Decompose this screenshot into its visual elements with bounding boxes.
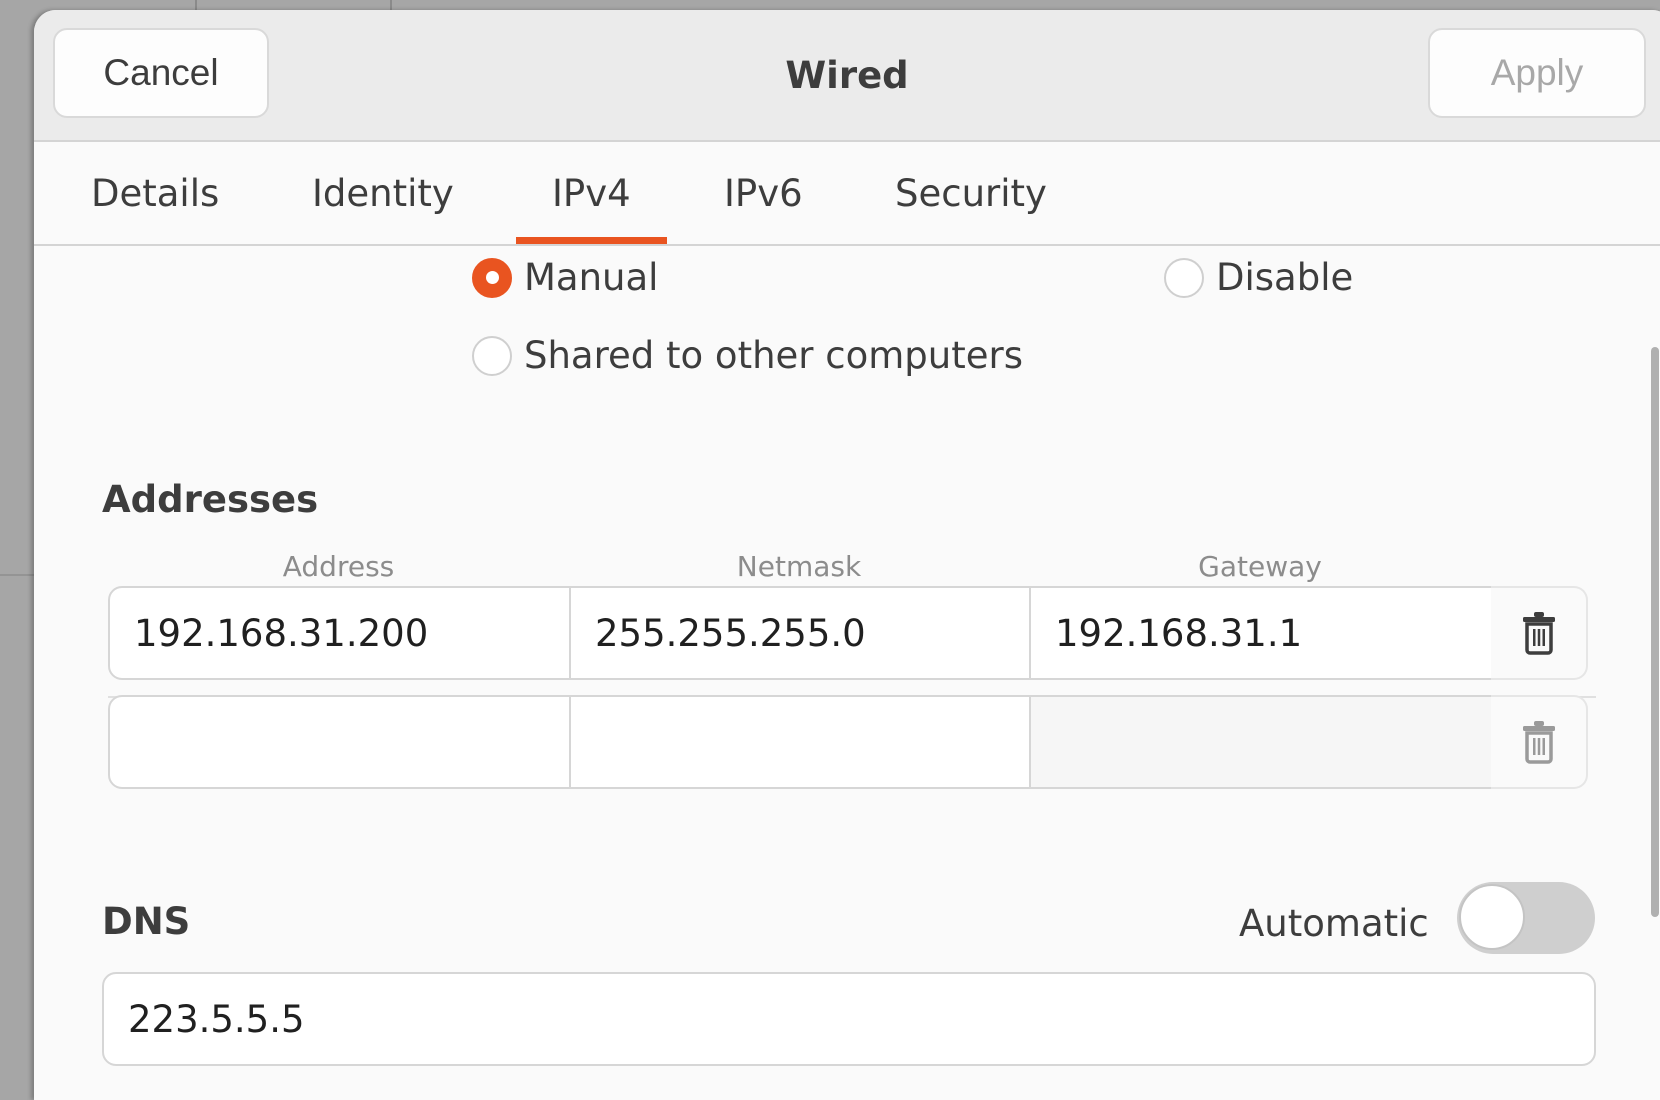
dns-automatic-label: Automatic (1239, 902, 1429, 945)
address-row: 192.168.31.200 255.255.255.0 192.168.31.… (108, 586, 1588, 680)
radio-manual[interactable] (472, 257, 512, 298)
trash-icon (1522, 721, 1555, 764)
netmask-input[interactable] (569, 695, 1031, 789)
tab-ipv4[interactable]: IPv4 (516, 142, 667, 244)
dns-section-title: DNS (102, 900, 191, 943)
netmask-input[interactable]: 255.255.255.0 (569, 586, 1031, 680)
dialog-header: Wired Cancel Apply (34, 10, 1660, 142)
method-disable-option[interactable]: Disable (1164, 256, 1353, 299)
address-row (108, 695, 1588, 789)
tab-security[interactable]: Security (895, 142, 1047, 244)
tab-bar: Details Identity IPv4 IPv6 Security (34, 142, 1660, 246)
wired-settings-dialog: Wired Cancel Apply Details Identity IPv4… (34, 10, 1660, 1100)
tab-identity[interactable]: Identity (312, 142, 454, 244)
radio-shared[interactable] (472, 335, 512, 376)
method-manual-option[interactable]: Manual (472, 256, 658, 299)
gateway-input[interactable] (1029, 695, 1493, 789)
background-window-divider (0, 574, 34, 576)
column-header-gateway: Gateway (1198, 550, 1322, 583)
dns-servers-input[interactable]: 223.5.5.5 (102, 972, 1596, 1066)
column-header-netmask: Netmask (736, 550, 862, 583)
apply-button[interactable]: Apply (1428, 28, 1646, 118)
dns-automatic-switch[interactable] (1457, 882, 1595, 954)
gateway-input[interactable]: 192.168.31.1 (1029, 586, 1493, 680)
delete-address-button[interactable] (1491, 586, 1588, 680)
delete-address-button[interactable] (1491, 695, 1588, 789)
switch-knob (1459, 884, 1525, 950)
column-header-address: Address (282, 550, 395, 583)
tab-details[interactable]: Details (91, 142, 219, 244)
tab-ipv6[interactable]: IPv6 (724, 142, 803, 244)
address-input[interactable] (108, 695, 571, 789)
radio-shared-label: Shared to other computers (524, 334, 1023, 377)
radio-disable-label: Disable (1216, 256, 1354, 299)
background-window-divider (195, 0, 197, 10)
dialog-title: Wired (785, 53, 909, 97)
vertical-scrollbar[interactable] (1651, 347, 1659, 917)
method-shared-option[interactable]: Shared to other computers (472, 334, 1023, 377)
trash-icon (1522, 612, 1555, 655)
radio-manual-label: Manual (524, 256, 659, 299)
radio-disable[interactable] (1164, 257, 1204, 298)
background-window-divider (390, 0, 392, 10)
addresses-section-title: Addresses (102, 478, 319, 521)
cancel-button[interactable]: Cancel (53, 28, 269, 118)
address-input[interactable]: 192.168.31.200 (108, 586, 571, 680)
